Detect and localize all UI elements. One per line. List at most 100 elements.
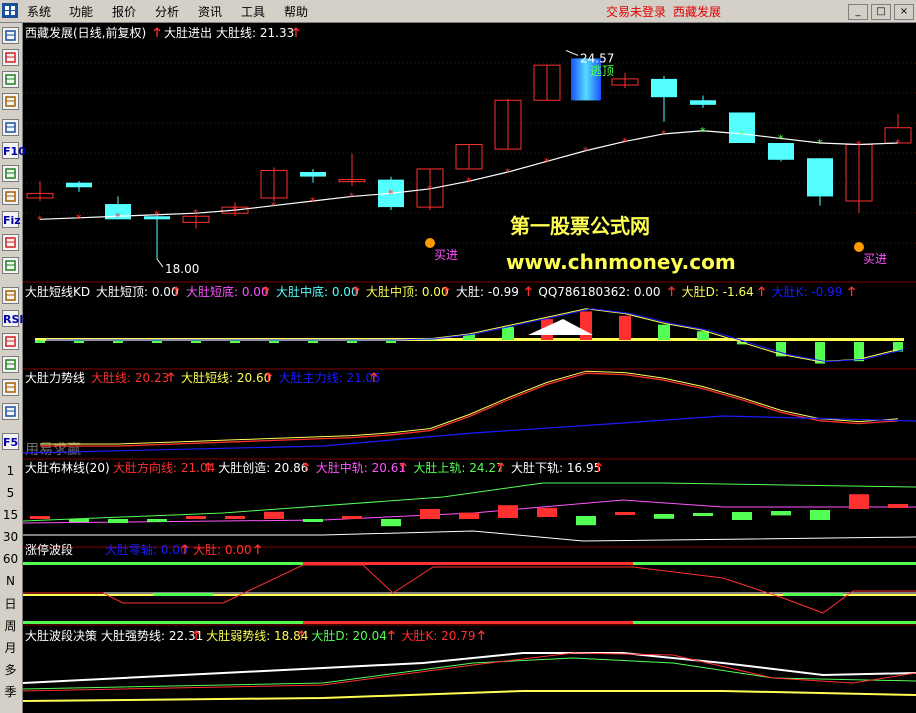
f-z-icon[interactable]: Fiz: [2, 211, 21, 228]
wave-panel-title: 大肚波段决策: [25, 628, 97, 643]
watermark-title: 第一股票公式网: [510, 214, 650, 238]
f10-icon[interactable]: F10: [2, 142, 26, 159]
line-chart-icon[interactable]: [2, 71, 19, 88]
boll-bar: [30, 516, 50, 519]
kd-item-3: 大肚中顶: 0.00: [366, 284, 449, 299]
boll-item-4: 大肚下轨: 16.95: [511, 460, 601, 475]
menu-analysis[interactable]: 分析: [155, 3, 179, 20]
kd-panel-title: 大肚短线KD: [25, 284, 90, 299]
quote-table-icon[interactable]: [2, 49, 19, 66]
boll-bar: [732, 512, 752, 520]
app-logo-icon: [2, 3, 18, 18]
boll-bar: [186, 516, 206, 519]
kd-item-7: 大肚K: -0.99: [772, 284, 843, 299]
main-indicator-name: 大肚进出: [164, 25, 212, 40]
kline-icon[interactable]: [2, 93, 19, 110]
pen-icon[interactable]: [2, 403, 19, 420]
kd-bar: [697, 331, 709, 340]
wave-d-line: [23, 657, 916, 690]
minimize-button[interactable]: _: [848, 4, 868, 20]
wave-item-3: 大肚K: 20.79: [401, 628, 475, 643]
kd-bar: [658, 324, 670, 340]
kd-bar: [580, 311, 592, 340]
kd-item-6: 大肚D: -1.64: [682, 284, 754, 299]
boll-bar: [849, 494, 869, 509]
menu-system[interactable]: 系统: [27, 3, 51, 20]
force-item-0: 大肚线: 20.23: [91, 370, 169, 385]
ma-marker: *: [895, 137, 901, 150]
stock-list-icon[interactable]: [2, 27, 19, 44]
menu-quote[interactable]: 报价: [112, 3, 136, 20]
arrow-icon: [524, 286, 532, 296]
force-panel-title: 大肚力势线: [25, 370, 85, 385]
boll-bar: [69, 519, 89, 522]
low-pointer: [156, 258, 164, 268]
boll-bar: [225, 516, 245, 519]
money-icon[interactable]: [2, 333, 19, 350]
arrow-icon: [668, 286, 676, 296]
exit-icon[interactable]: [2, 379, 19, 396]
kd-item-5: QQ786180362: 0.00: [538, 285, 660, 299]
boll-bar: [264, 511, 284, 519]
wave-weak-line: [23, 690, 916, 702]
menu-news[interactable]: 资讯: [198, 3, 222, 20]
close-button[interactable]: ×: [894, 4, 914, 20]
menu-help[interactable]: 帮助: [284, 3, 308, 20]
candle-body: [651, 78, 677, 98]
arrow-icon: [477, 630, 485, 640]
arrow-icon: [153, 27, 161, 37]
login-status[interactable]: 交易未登录: [606, 3, 666, 20]
menu-function[interactable]: 功能: [69, 3, 93, 20]
ma-marker: *: [154, 209, 160, 222]
index-icon[interactable]: [2, 234, 19, 251]
chart-area[interactable]: * * * * * * * * * * ******* * * * * * *24.5718.00买进 买进逃顶第…: [23, 23, 916, 713]
boll-bar: [459, 512, 479, 519]
maximize-button[interactable]: □: [871, 4, 891, 20]
boll-bar: [537, 507, 557, 517]
period-button-8[interactable]: 月: [2, 640, 19, 657]
top-signal-label: 逃顶: [590, 64, 614, 78]
limit-item-1: 大肚: 0.00: [193, 542, 252, 557]
finance-icon[interactable]: [2, 165, 19, 182]
main-panel-title: 西藏发展(日线,前复权): [25, 25, 146, 40]
boll-bar: [693, 513, 713, 516]
period-button-0[interactable]: 1: [2, 463, 19, 480]
force-item-1: 大肚短线: 20.60: [181, 370, 271, 385]
ma-marker: *: [310, 195, 316, 208]
indicator-icon[interactable]: [2, 287, 19, 304]
period-button-1[interactable]: 5: [2, 485, 19, 502]
menu-bar: 系统 功能 报价 分析 资讯 工具 帮助 交易未登录 西藏发展 _ □ ×: [0, 0, 916, 23]
move-icon[interactable]: [2, 356, 19, 373]
rsi-icon[interactable]: RSI: [2, 310, 24, 327]
ma-marker: *: [817, 137, 823, 150]
period-button-6[interactable]: 日: [2, 596, 19, 613]
ma-marker: *: [778, 132, 784, 145]
period-button-7[interactable]: 周: [2, 618, 19, 635]
arrow-icon: [848, 286, 856, 296]
multi-window-icon[interactable]: [2, 119, 19, 136]
high-pointer: [565, 49, 579, 56]
wave-item-0: 大肚强势线: 22.31: [101, 628, 203, 643]
wave-item-2: 大肚D: 20.04: [311, 628, 386, 643]
period-button-5[interactable]: N: [2, 573, 19, 590]
candle-body: [66, 182, 92, 188]
boll-bar: [420, 509, 440, 519]
notes-icon[interactable]: [2, 188, 19, 205]
money-bag-icon: [425, 238, 435, 248]
ma-marker: *: [466, 175, 472, 188]
period-button-3[interactable]: 30: [2, 529, 19, 546]
candle-body: [300, 171, 326, 177]
search-icon[interactable]: [2, 257, 19, 274]
ma-marker: *: [427, 183, 433, 196]
period-button-4[interactable]: 60: [2, 551, 19, 568]
boll-bar: [147, 519, 167, 522]
ma-marker: *: [76, 212, 82, 225]
period-button-9[interactable]: 多: [2, 662, 19, 679]
f5-icon[interactable]: F5: [2, 433, 19, 450]
period-button-2[interactable]: 15: [2, 507, 19, 524]
ma-marker: *: [505, 166, 511, 179]
limit-item-0: 大肚零轴: 0.00: [105, 542, 188, 557]
low-label: 18.00: [165, 262, 199, 276]
menu-tools[interactable]: 工具: [241, 3, 265, 20]
period-button-10[interactable]: 季: [2, 684, 19, 701]
